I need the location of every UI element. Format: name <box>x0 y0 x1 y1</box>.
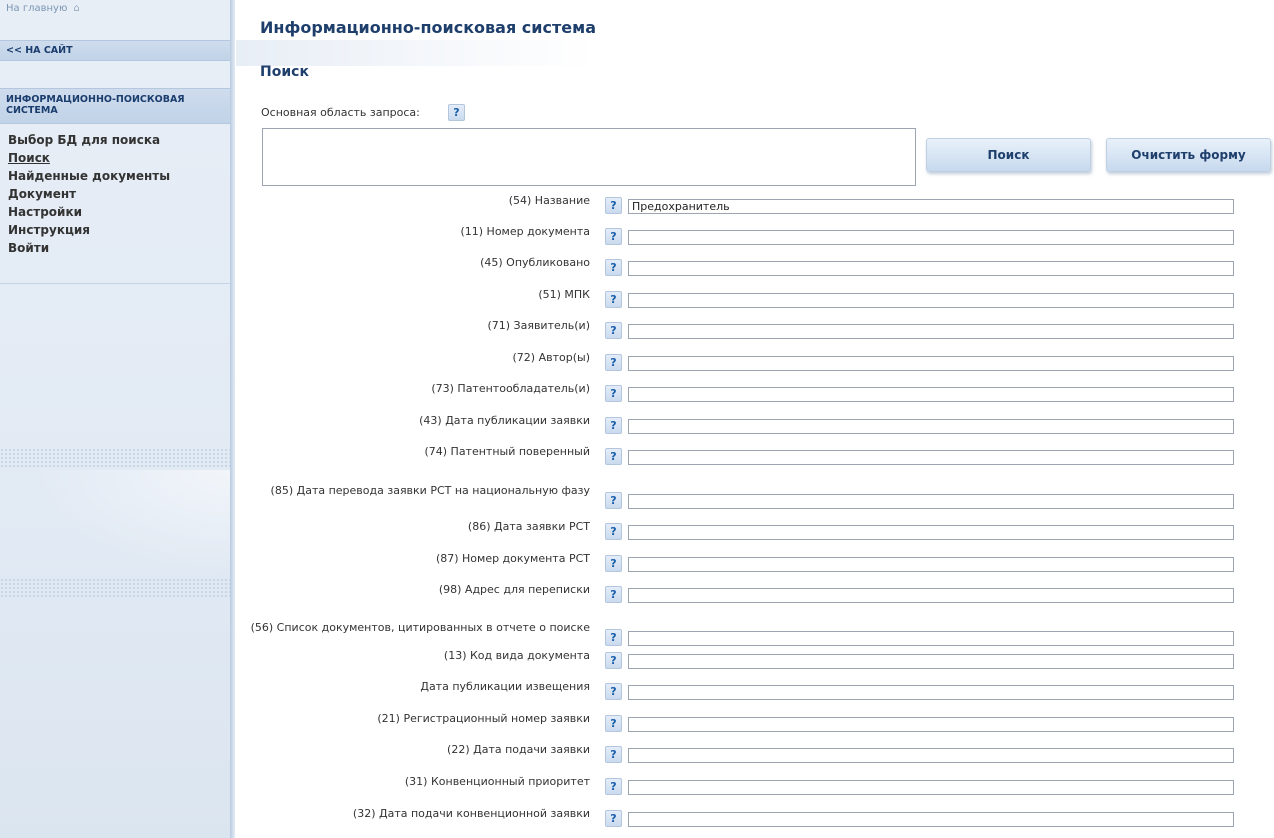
field-label: (86) Дата заявки PCT <box>467 520 590 533</box>
field-label: (31) Конвенционный приоритет <box>404 775 590 788</box>
field-help-icon[interactable]: ? <box>605 259 622 276</box>
field-label: (72) Автор(ы) <box>512 351 590 364</box>
field-row: (71) Заявитель(и)? <box>0 320 1274 348</box>
field-help-icon[interactable]: ? <box>605 417 622 434</box>
field-input[interactable] <box>628 324 1234 339</box>
home-icon: ⌂ <box>73 3 80 14</box>
query-label: Основная область запроса: <box>261 106 420 119</box>
field-input[interactable] <box>628 387 1234 402</box>
field-row: (31) Конвенционный приоритет? <box>0 776 1274 804</box>
field-input[interactable] <box>628 631 1234 646</box>
field-help-icon[interactable]: ? <box>605 354 622 371</box>
field-row: (13) Код вида документа? <box>0 650 1274 678</box>
field-label: (73) Патентообладатель(и) <box>431 382 590 395</box>
field-row: (51) МПК? <box>0 289 1274 317</box>
field-label: (32) Дата подачи конвенционной заявки <box>352 807 590 820</box>
field-help-icon[interactable]: ? <box>605 228 622 245</box>
field-input[interactable] <box>628 419 1234 434</box>
field-label: (22) Дата подачи заявки <box>447 743 590 756</box>
field-row: Дата публикации извещения? <box>0 681 1274 709</box>
field-row: (86) Дата заявки PCT? <box>0 521 1274 549</box>
field-label: (21) Регистрационный номер заявки <box>377 712 590 725</box>
field-help-icon[interactable]: ? <box>605 629 622 646</box>
page-title: Информационно-поисковая система <box>260 18 596 37</box>
to-site-link[interactable]: << НА САЙТ <box>0 40 230 61</box>
field-help-icon[interactable]: ? <box>605 652 622 669</box>
field-row: (87) Номер документа PCT? <box>0 553 1274 581</box>
field-row: (22) Дата подачи заявки? <box>0 744 1274 772</box>
field-input[interactable] <box>628 557 1234 572</box>
field-input[interactable] <box>628 261 1234 276</box>
field-input[interactable] <box>628 654 1234 669</box>
field-input[interactable] <box>628 494 1234 509</box>
field-help-icon[interactable]: ? <box>605 448 622 465</box>
field-row: (32) Дата подачи конвенционной заявки? <box>0 808 1274 836</box>
field-help-icon[interactable]: ? <box>605 746 622 763</box>
field-help-icon[interactable]: ? <box>605 683 622 700</box>
field-help-icon[interactable]: ? <box>605 778 622 795</box>
field-label: (71) Заявитель(и) <box>487 319 590 332</box>
field-help-icon[interactable]: ? <box>605 715 622 732</box>
field-label: (87) Номер документа PCT <box>435 552 590 565</box>
section-title: Поиск <box>260 64 309 80</box>
field-help-icon[interactable]: ? <box>605 197 622 214</box>
field-row: (21) Регистрационный номер заявки? <box>0 713 1274 741</box>
field-input[interactable] <box>628 588 1234 603</box>
field-input[interactable] <box>628 199 1234 214</box>
field-help-icon[interactable]: ? <box>605 523 622 540</box>
field-help-icon[interactable]: ? <box>605 810 622 827</box>
field-input[interactable] <box>628 356 1234 371</box>
query-textarea[interactable] <box>262 128 916 186</box>
query-help-icon[interactable]: ? <box>448 104 465 121</box>
field-label: (85) Дата перевода заявки PCT на национа… <box>270 484 590 497</box>
field-row: (98) Адрес для переписки? <box>0 584 1274 612</box>
field-row: (43) Дата публикации заявки? <box>0 415 1274 443</box>
field-label: (11) Номер документа <box>460 225 590 238</box>
field-label: (51) МПК <box>538 288 590 301</box>
field-help-icon[interactable]: ? <box>605 586 622 603</box>
field-input[interactable] <box>628 230 1234 245</box>
field-row: (11) Номер документа? <box>0 226 1274 254</box>
field-input[interactable] <box>628 717 1234 732</box>
field-input[interactable] <box>628 780 1234 795</box>
field-help-icon[interactable]: ? <box>605 291 622 308</box>
system-section-header: ИНФОРМАЦИОННО-ПОИСКОВАЯ СИСТЕМА <box>0 88 230 124</box>
field-label: (98) Адрес для переписки <box>438 583 590 596</box>
field-row: (72) Автор(ы)? <box>0 352 1274 380</box>
field-help-icon[interactable]: ? <box>605 492 622 509</box>
field-help-icon[interactable]: ? <box>605 385 622 402</box>
field-label: (56) Список документов, цитированных в о… <box>250 621 590 634</box>
field-input[interactable] <box>628 450 1234 465</box>
search-button[interactable]: Поиск <box>926 138 1091 172</box>
field-help-icon[interactable]: ? <box>605 322 622 339</box>
field-row: (85) Дата перевода заявки PCT на национа… <box>0 485 1274 518</box>
field-input[interactable] <box>628 812 1234 827</box>
sidebar-item-db-select[interactable]: Выбор БД для поиска <box>8 131 170 149</box>
field-label: (74) Патентный поверенный <box>424 445 590 458</box>
field-input[interactable] <box>628 525 1234 540</box>
field-label: (54) Название <box>508 194 590 207</box>
field-label: (43) Дата публикации заявки <box>419 414 590 427</box>
field-row: (45) Опубликовано? <box>0 257 1274 285</box>
field-input[interactable] <box>628 748 1234 763</box>
clear-form-button[interactable]: Очистить форму <box>1106 138 1271 172</box>
field-row: (73) Патентообладатель(и)? <box>0 383 1274 411</box>
field-label: Дата публикации извещения <box>420 680 590 693</box>
home-link[interactable]: На главную ⌂ <box>6 3 80 14</box>
title-underline-decoration <box>236 40 596 66</box>
field-label: (13) Код вида документа <box>443 649 590 662</box>
sidebar-item-search[interactable]: Поиск <box>8 149 170 167</box>
field-input[interactable] <box>628 685 1234 700</box>
sidebar-item-found-documents[interactable]: Найденные документы <box>8 167 170 185</box>
field-label: (45) Опубликовано <box>480 256 590 269</box>
field-input[interactable] <box>628 293 1234 308</box>
field-row: (74) Патентный поверенный? <box>0 446 1274 474</box>
field-row: (54) Название? <box>0 195 1274 223</box>
field-help-icon[interactable]: ? <box>605 555 622 572</box>
home-link-label: На главную <box>6 3 68 14</box>
